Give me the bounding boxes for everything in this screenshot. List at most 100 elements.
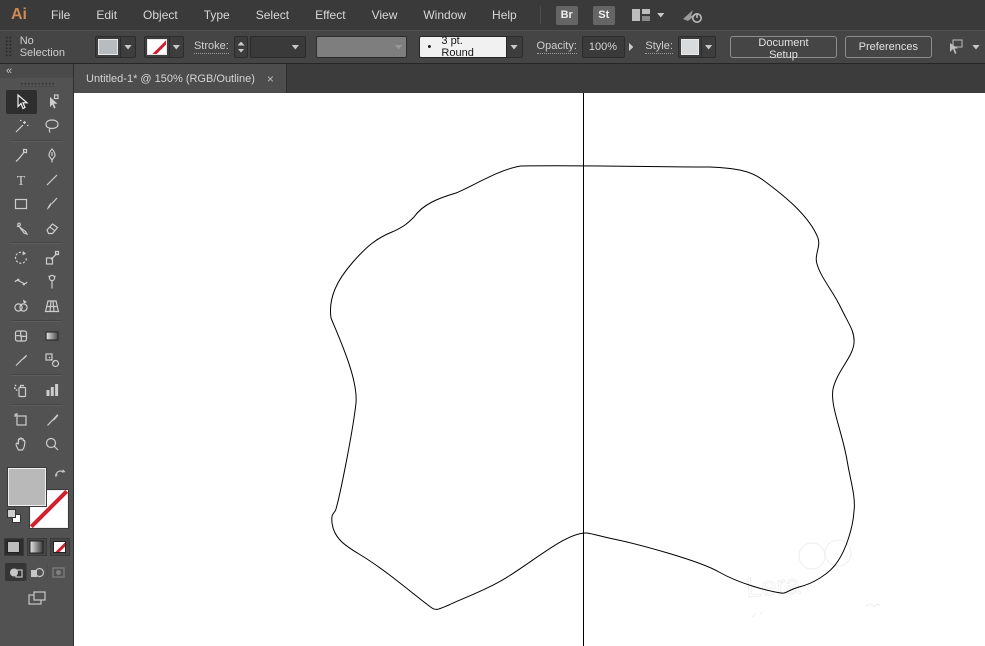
none-slash-icon bbox=[147, 40, 166, 54]
stroke-none-swatch bbox=[146, 39, 167, 55]
line-segment-tool[interactable] bbox=[37, 168, 68, 192]
zoom-tool[interactable] bbox=[37, 432, 68, 456]
svg-text:T: T bbox=[17, 174, 26, 189]
chevron-down-icon bbox=[291, 44, 300, 50]
app-logo: Ai bbox=[11, 6, 27, 23]
tool-group-divider bbox=[6, 240, 68, 246]
gradient-tool[interactable] bbox=[37, 324, 68, 348]
eraser-tool[interactable] bbox=[37, 216, 68, 240]
none-button[interactable] bbox=[49, 538, 70, 556]
chevron-right-icon[interactable] bbox=[628, 42, 634, 52]
menu-window[interactable]: Window bbox=[410, 0, 479, 30]
artwork-layer: Lera bbox=[329, 93, 881, 646]
tool-group-divider bbox=[6, 318, 68, 324]
stroke-label[interactable]: Stroke: bbox=[193, 40, 229, 54]
menu-type[interactable]: Type bbox=[191, 0, 243, 30]
style-label[interactable]: Style: bbox=[645, 40, 673, 54]
stroke-width-stepper[interactable] bbox=[233, 36, 249, 58]
screen-mode-icon[interactable] bbox=[26, 590, 48, 608]
lasso-tool[interactable] bbox=[37, 114, 68, 138]
stroke-width-dropdown[interactable] bbox=[250, 36, 307, 58]
gpu-performance-button[interactable] bbox=[681, 7, 705, 24]
chevron-down-icon bbox=[656, 12, 665, 18]
document-canvas[interactable]: Lera bbox=[74, 93, 985, 646]
fill-swatch[interactable] bbox=[7, 467, 47, 507]
pen-tool[interactable] bbox=[37, 144, 68, 168]
document-setup-button[interactable]: Document Setup bbox=[730, 36, 837, 61]
stepper-up-icon bbox=[237, 41, 245, 46]
slice-tool[interactable] bbox=[37, 408, 68, 432]
menu-help[interactable]: Help bbox=[479, 0, 530, 30]
eyedropper-tool[interactable] bbox=[6, 348, 37, 372]
draw-behind-button[interactable] bbox=[26, 563, 47, 581]
type-tool[interactable]: T bbox=[6, 168, 37, 192]
tool-group-divider bbox=[6, 138, 68, 144]
menu-select[interactable]: Select bbox=[243, 0, 302, 30]
brush-definition-dropdown[interactable]: • 3 pt. Round bbox=[418, 35, 523, 59]
symbol-sprayer-tool[interactable] bbox=[6, 378, 37, 402]
menu-view[interactable]: View bbox=[359, 0, 411, 30]
menu-file[interactable]: File bbox=[38, 0, 83, 30]
fill-stroke-controls bbox=[0, 464, 73, 536]
tab-close-icon[interactable]: × bbox=[267, 73, 274, 85]
menu-separator bbox=[539, 6, 541, 24]
opacity-field[interactable]: 100% bbox=[581, 36, 625, 58]
document-tab[interactable]: Untitled-1* @ 150% (RGB/Outline) × bbox=[74, 64, 287, 93]
tool-group-divider bbox=[6, 372, 68, 378]
tab-strip: Untitled-1* @ 150% (RGB/Outline) × bbox=[74, 64, 985, 93]
shape-builder-tool[interactable] bbox=[6, 294, 37, 318]
chevron-down-icon bbox=[971, 44, 980, 50]
hand-tool[interactable] bbox=[6, 432, 37, 456]
draw-normal-button[interactable] bbox=[5, 563, 26, 581]
opacity-label[interactable]: Opacity: bbox=[536, 40, 577, 54]
bridge-button[interactable]: Br bbox=[555, 5, 578, 25]
draw-inside-button[interactable] bbox=[47, 563, 68, 581]
paintbrush-tool[interactable] bbox=[37, 192, 68, 216]
document-tab-title: Untitled-1* @ 150% (RGB/Outline) bbox=[86, 72, 255, 85]
tools-grid: T bbox=[0, 90, 73, 456]
rectangle-tool[interactable] bbox=[6, 192, 37, 216]
tool-group-divider bbox=[6, 402, 68, 408]
menu-effect[interactable]: Effect bbox=[302, 0, 358, 30]
perspective-grid-tool[interactable] bbox=[37, 294, 68, 318]
workspace-switcher-icon bbox=[631, 9, 650, 21]
menu-edit[interactable]: Edit bbox=[83, 0, 130, 30]
variable-width-profile-dropdown[interactable] bbox=[316, 36, 407, 58]
default-fill-stroke-icon[interactable] bbox=[7, 509, 21, 523]
style-dropdown[interactable] bbox=[677, 36, 717, 58]
tools-panel-grip[interactable] bbox=[19, 82, 54, 87]
none-slash-icon bbox=[54, 542, 65, 552]
workspace-switcher[interactable] bbox=[631, 8, 665, 22]
select-similar-dropdown[interactable] bbox=[944, 39, 980, 55]
preferences-button[interactable]: Preferences bbox=[844, 36, 932, 58]
control-bar-grip[interactable] bbox=[5, 36, 12, 58]
chevron-down-icon bbox=[124, 44, 133, 50]
magic-wand-tool[interactable] bbox=[6, 114, 37, 138]
curvature-tool[interactable] bbox=[6, 144, 37, 168]
scale-tool[interactable] bbox=[37, 246, 68, 270]
brush-definition-value: 3 pt. Round bbox=[441, 35, 474, 59]
width-tool[interactable] bbox=[6, 270, 37, 294]
menu-object[interactable]: Object bbox=[130, 0, 191, 30]
chevron-down-icon bbox=[704, 44, 713, 50]
pencil-tool[interactable] bbox=[6, 216, 37, 240]
artboard-tool[interactable] bbox=[6, 408, 37, 432]
mesh-tool[interactable] bbox=[6, 324, 37, 348]
swap-fill-stroke-icon[interactable] bbox=[53, 467, 67, 480]
stock-button[interactable]: St bbox=[592, 5, 615, 25]
rotate-tool[interactable] bbox=[6, 246, 37, 270]
gpu-performance-icon bbox=[682, 9, 702, 23]
collapse-panel-icon[interactable]: « bbox=[6, 65, 12, 77]
column-graph-tool[interactable] bbox=[37, 378, 68, 402]
select-similar-icon bbox=[949, 39, 963, 54]
tools-panel-header: « bbox=[0, 64, 73, 78]
brush-bullet: • bbox=[427, 41, 432, 53]
blend-tool[interactable] bbox=[37, 348, 68, 372]
selection-tool[interactable] bbox=[5, 90, 37, 114]
fill-color-dropdown[interactable] bbox=[95, 36, 136, 58]
stroke-color-dropdown[interactable] bbox=[143, 36, 184, 58]
gradient-button[interactable] bbox=[26, 538, 47, 556]
free-transform-tool[interactable] bbox=[37, 270, 68, 294]
color-button[interactable] bbox=[3, 538, 24, 556]
direct-selection-tool[interactable] bbox=[37, 90, 68, 114]
